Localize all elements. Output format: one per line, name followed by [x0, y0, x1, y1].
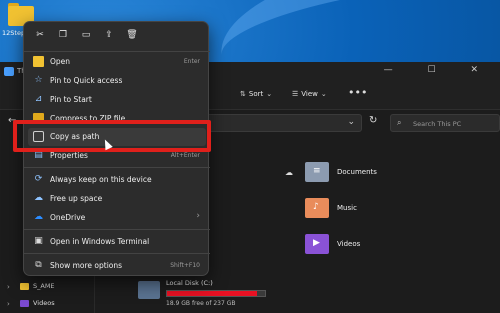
library-documents[interactable]: ≡ Documents: [305, 162, 377, 182]
address-bar[interactable]: ⌄: [205, 114, 362, 132]
window-controls[interactable]: — ☐ ✕: [384, 65, 494, 75]
menu-item-label: Always keep on this device: [50, 175, 152, 184]
search-placeholder: Search This PC: [413, 120, 462, 128]
search-icon: ⌕: [397, 118, 402, 127]
view-icon: ☰: [292, 90, 299, 98]
nav-item-label: S_AME: [33, 282, 55, 290]
share-icon[interactable]: ⇪: [102, 28, 116, 42]
nav-item-label: Videos: [33, 299, 55, 307]
drive-name: Local Disk (C:): [166, 279, 213, 287]
sort-icon: ⇅: [240, 90, 246, 98]
explorer-app-icon: [4, 67, 14, 76]
library-videos[interactable]: ▶ Videos: [305, 234, 360, 254]
menu-separator: [24, 253, 210, 254]
menu-item-label: Show more options: [50, 261, 123, 270]
context-menu-quick-actions: ✂ ❐ ▭ ⇪ 🗑: [24, 22, 210, 50]
menu-item-label: OneDrive: [50, 213, 86, 222]
chevron-right-icon[interactable]: ›: [7, 300, 10, 308]
drive-usage-fill: [167, 291, 258, 296]
more-options-button[interactable]: •••: [348, 86, 367, 99]
cloud-sync-icon: ⟳: [34, 174, 43, 184]
menu-item-windows-terminal[interactable]: ▣ Open in Windows Terminal: [24, 233, 210, 251]
more-options-icon: ⧉: [35, 260, 42, 270]
cloud-status-icon: ☁: [285, 168, 293, 177]
sort-label: Sort: [248, 90, 264, 98]
view-button[interactable]: ☰ View ⌄: [292, 90, 330, 98]
menu-item-shortcut: Enter: [183, 58, 200, 65]
terminal-icon: ▣: [34, 236, 43, 246]
view-label: View: [301, 90, 318, 98]
menu-item-onedrive[interactable]: ☁ OneDrive ›: [24, 209, 210, 227]
library-label: Documents: [337, 168, 377, 176]
delete-icon[interactable]: 🗑: [125, 28, 139, 42]
folder-icon: [33, 56, 44, 67]
video-folder-icon: [20, 299, 29, 307]
chevron-down-icon: ⌄: [320, 90, 327, 98]
library-music[interactable]: ♪ Music: [305, 198, 357, 218]
cut-icon[interactable]: ✂: [33, 28, 47, 42]
pin-icon: ⊿: [34, 94, 43, 104]
drive-icon: [138, 281, 160, 299]
onedrive-icon: ☁: [34, 212, 43, 222]
menu-item-shortcut: Alt+Enter: [170, 152, 200, 159]
nav-item-s-ame[interactable]: S_AME: [20, 282, 55, 290]
highlight-box: [13, 120, 211, 152]
chevron-down-icon[interactable]: ⌄: [347, 117, 355, 127]
menu-item-label: Pin to Quick access: [50, 76, 123, 85]
menu-item-label: Properties: [50, 151, 88, 160]
menu-item-open[interactable]: Open Enter: [24, 53, 210, 71]
menu-item-label: Open: [50, 57, 71, 66]
menu-item-label: Pin to Start: [50, 95, 92, 104]
menu-item-label: Free up space: [50, 194, 103, 203]
star-icon: ☆: [34, 75, 43, 85]
chevron-right-icon: ›: [196, 211, 200, 221]
library-label: Music: [337, 204, 357, 212]
nav-item-videos[interactable]: Videos: [20, 299, 55, 307]
chevron-down-icon: ⌄: [266, 90, 273, 98]
menu-separator: [24, 229, 210, 230]
drive-free-space: 18.9 GB free of 237 GB: [166, 300, 236, 307]
library-label: Videos: [337, 240, 361, 248]
menu-item-show-more-options[interactable]: ⧉ Show more options Shift+F10: [24, 257, 210, 275]
menu-item-pin-quick-access[interactable]: ☆ Pin to Quick access: [24, 72, 210, 90]
cloud-icon: ☁: [34, 193, 43, 203]
videos-folder-icon: ▶: [305, 234, 329, 254]
drive-usage-bar: [166, 290, 266, 297]
menu-separator: [24, 51, 210, 52]
chevron-right-icon[interactable]: ›: [7, 283, 10, 291]
sort-button[interactable]: ⇅ Sort ⌄: [240, 90, 275, 98]
music-folder-icon: ♪: [305, 198, 329, 218]
menu-item-pin-start[interactable]: ⊿ Pin to Start: [24, 91, 210, 109]
refresh-icon[interactable]: ↻: [369, 115, 377, 126]
menu-item-always-keep[interactable]: ⟳ Always keep on this device: [24, 171, 210, 189]
search-box[interactable]: ⌕ Search This PC: [390, 114, 500, 132]
menu-item-free-up-space[interactable]: ☁ Free up space: [24, 190, 210, 208]
copy-icon[interactable]: ❐: [56, 28, 70, 42]
documents-folder-icon: ≡: [305, 162, 329, 182]
menu-item-label: Open in Windows Terminal: [50, 237, 150, 246]
menu-item-shortcut: Shift+F10: [170, 262, 200, 269]
rename-icon[interactable]: ▭: [79, 28, 93, 42]
menu-separator: [24, 167, 210, 168]
folder-icon: [20, 282, 29, 290]
